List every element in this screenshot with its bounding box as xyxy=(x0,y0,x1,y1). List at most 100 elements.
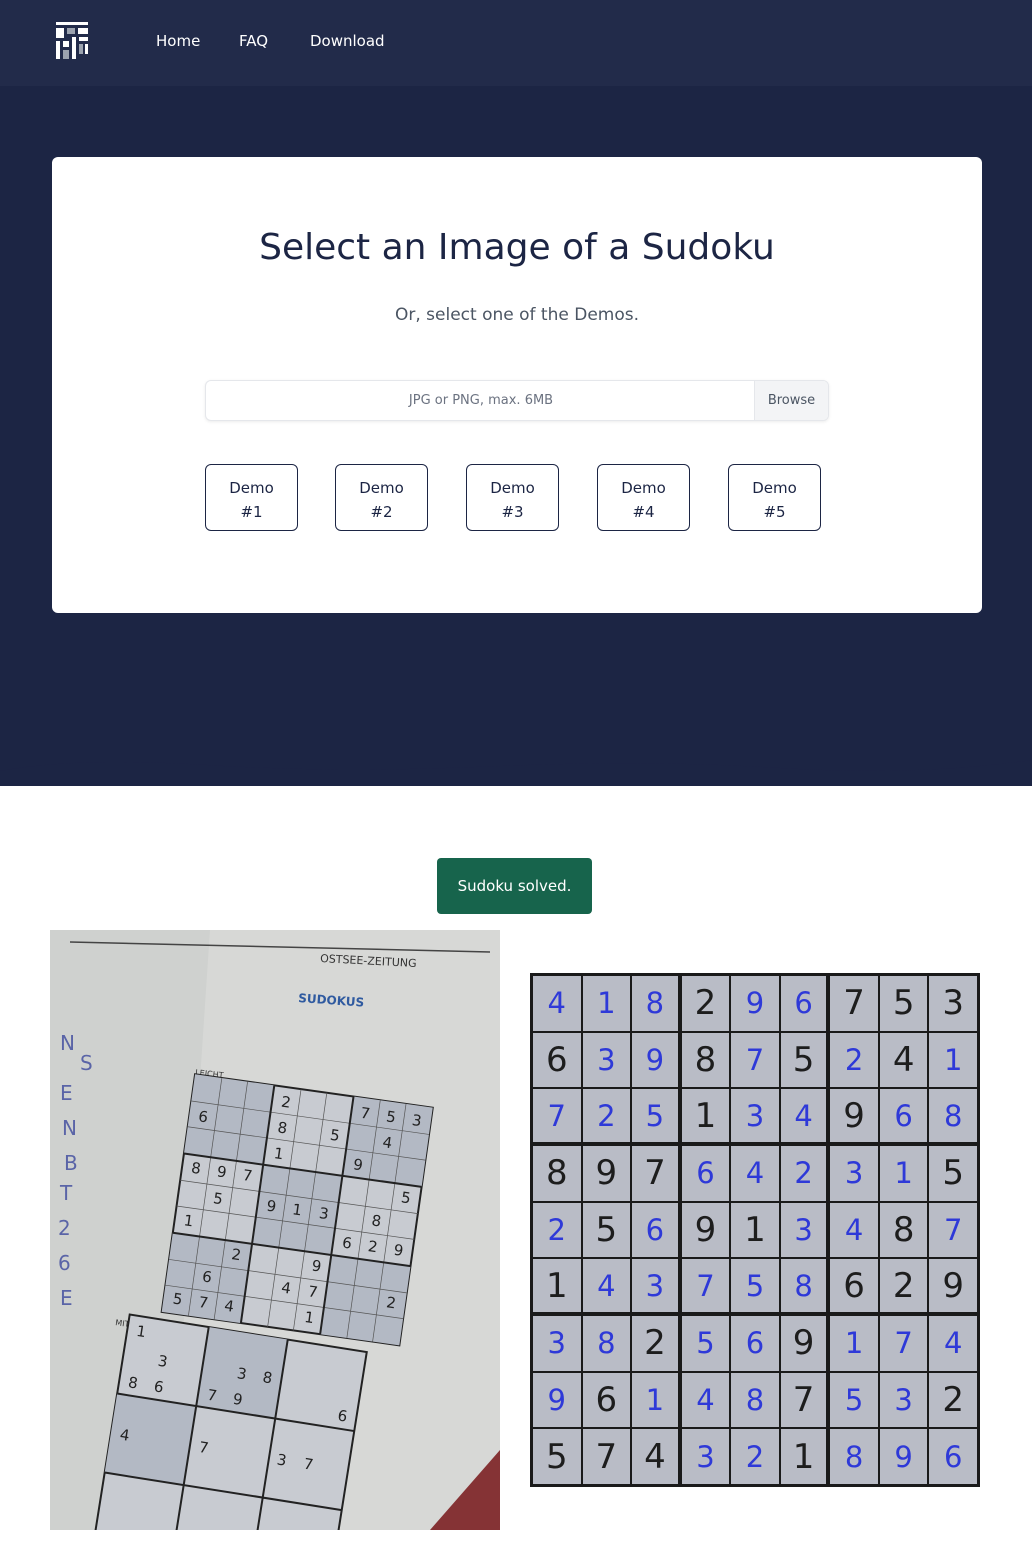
sudoku-cell-given: 4 xyxy=(879,1032,928,1088)
sudoku-cell-solved: 2 xyxy=(830,1032,878,1088)
sudoku-cell-given: 5 xyxy=(780,1032,827,1088)
sudoku-cell-given: 1 xyxy=(731,1202,779,1258)
sudoku-cell-solved: 8 xyxy=(632,976,678,1031)
svg-text:E: E xyxy=(60,1286,73,1310)
svg-text:S: S xyxy=(80,1051,93,1075)
demo-2-button[interactable]: Demo #2 xyxy=(335,464,428,531)
demo-label: Demo xyxy=(752,479,797,497)
sudoku-cell-solved: 1 xyxy=(632,1372,678,1428)
sudoku-cell-solved: 6 xyxy=(780,976,827,1031)
sudoku-cell-given: 6 xyxy=(830,1259,878,1312)
sudoku-cell-given: 4 xyxy=(632,1429,678,1484)
sudoku-cell-solved: 9 xyxy=(731,976,779,1031)
sudoku-cell-solved: 3 xyxy=(830,1146,878,1201)
sudoku-cell-solved: 5 xyxy=(681,1316,730,1371)
sudoku-cell-solved: 9 xyxy=(533,1372,581,1428)
svg-text:N: N xyxy=(62,1116,77,1140)
demo-4-button[interactable]: Demo #4 xyxy=(597,464,690,531)
sudoku-cell-given: 2 xyxy=(929,1372,977,1428)
sudoku-cell-solved: 5 xyxy=(731,1259,779,1312)
sudoku-cell-solved: 1 xyxy=(830,1316,878,1371)
svg-text:N: N xyxy=(60,1031,75,1055)
sudoku-cell-given: 7 xyxy=(830,976,878,1031)
sudoku-cell-given: 5 xyxy=(879,976,928,1031)
sudoku-cell-given: 7 xyxy=(632,1146,678,1201)
demo-number: #5 xyxy=(763,503,786,521)
sudoku-cell-solved: 3 xyxy=(681,1429,730,1484)
sudoku-cell-solved: 8 xyxy=(830,1429,878,1484)
sudoku-cell-solved: 4 xyxy=(780,1089,827,1142)
sudoku-cell-solved: 6 xyxy=(929,1429,977,1484)
demo-3-button[interactable]: Demo #3 xyxy=(466,464,559,531)
sudoku-cell-solved: 3 xyxy=(582,1032,631,1088)
demo-number: #1 xyxy=(240,503,263,521)
demo-5-button[interactable]: Demo #5 xyxy=(728,464,821,531)
svg-text:T: T xyxy=(59,1181,73,1205)
newspaper-photo-image: OSTSEE-ZEITUNG SUDOKUS LEICHT 27 5 3 68 5 4 … xyxy=(50,930,500,1530)
sudoku-cell-solved: 8 xyxy=(582,1316,631,1371)
svg-text:E: E xyxy=(60,1081,73,1105)
sudoku-cell-solved: 3 xyxy=(879,1372,928,1428)
sudoku-cell-given: 9 xyxy=(929,1259,977,1312)
sudoku-cell-solved: 4 xyxy=(731,1146,779,1201)
sudoku-cell-solved: 1 xyxy=(929,1032,977,1088)
file-upload-input[interactable]: JPG or PNG, max. 6MB Browse xyxy=(205,380,829,421)
sudoku-cell-given: 7 xyxy=(780,1372,827,1428)
sudoku-cell-given: 9 xyxy=(830,1089,878,1142)
solved-sudoku-grid: 4182967536398752417251349688976423152569… xyxy=(530,973,980,1487)
sudoku-cell-solved: 2 xyxy=(731,1429,779,1484)
nav-download-link[interactable]: Download xyxy=(310,32,385,50)
sudoku-cell-solved: 7 xyxy=(731,1032,779,1088)
sudoku-cell-solved: 6 xyxy=(632,1202,678,1258)
sudoku-cell-given: 8 xyxy=(681,1032,730,1088)
sudoku-cell-given: 1 xyxy=(681,1089,730,1142)
sudoku-cell-given: 2 xyxy=(879,1259,928,1312)
browse-button[interactable]: Browse xyxy=(754,381,828,420)
sudoku-cell-solved: 4 xyxy=(533,976,581,1031)
nav-home-link[interactable]: Home xyxy=(156,32,200,50)
sudoku-cell-solved: 4 xyxy=(830,1202,878,1258)
sudoku-cell-given: 6 xyxy=(533,1032,581,1088)
uploaded-sudoku-photo: OSTSEE-ZEITUNG SUDOKUS LEICHT 2753 6854 … xyxy=(50,930,500,1530)
status-toast: Sudoku solved. xyxy=(437,858,592,914)
upload-placeholder: JPG or PNG, max. 6MB xyxy=(408,393,554,408)
demo-number: #2 xyxy=(370,503,393,521)
svg-text:B: B xyxy=(64,1151,78,1175)
demo-1-button[interactable]: Demo #1 xyxy=(205,464,298,531)
nav-faq-link[interactable]: FAQ xyxy=(239,32,268,50)
sudoku-cell-solved: 4 xyxy=(681,1372,730,1428)
sudoku-cell-solved: 8 xyxy=(929,1089,977,1142)
svg-text:2: 2 xyxy=(58,1216,71,1240)
sudoku-cell-given: 7 xyxy=(582,1429,631,1484)
sudoku-cell-given: 9 xyxy=(780,1316,827,1371)
page-title: Select an Image of a Sudoku xyxy=(259,227,775,268)
demo-label: Demo xyxy=(490,479,535,497)
sudoku-cell-given: 3 xyxy=(929,976,977,1031)
page-subtitle: Or, select one of the Demos. xyxy=(395,305,639,325)
sudoku-cell-given: 9 xyxy=(582,1146,631,1201)
sudoku-cell-solved: 6 xyxy=(879,1089,928,1142)
sudoku-cell-solved: 4 xyxy=(582,1259,631,1312)
sudoku-cell-solved: 1 xyxy=(582,976,631,1031)
top-navbar: Home FAQ Download xyxy=(0,0,1032,86)
svg-text:6: 6 xyxy=(58,1251,71,1275)
sudoku-cell-given: 5 xyxy=(929,1146,977,1201)
sudoku-cell-given: 5 xyxy=(533,1429,581,1484)
sudoku-cells: 4182967536398752417251349688976423152569… xyxy=(533,976,977,1484)
sudoku-cell-solved: 8 xyxy=(731,1372,779,1428)
sudoku-cell-solved: 6 xyxy=(731,1316,779,1371)
sudoku-cell-solved: 5 xyxy=(632,1089,678,1142)
sudoku-cell-solved: 2 xyxy=(582,1089,631,1142)
sudoku-cell-solved: 7 xyxy=(879,1316,928,1371)
sudoku-cell-solved: 7 xyxy=(533,1089,581,1142)
sudoku-cell-solved: 2 xyxy=(780,1146,827,1201)
upload-card: Select an Image of a Sudoku Or, select o… xyxy=(52,157,982,613)
sudoku-cell-given: 9 xyxy=(681,1202,730,1258)
app-logo-icon[interactable] xyxy=(54,20,90,62)
sudoku-cell-solved: 5 xyxy=(830,1372,878,1428)
sudoku-cell-solved: 3 xyxy=(632,1259,678,1312)
demo-label: Demo xyxy=(229,479,274,497)
sudoku-cell-solved: 8 xyxy=(780,1259,827,1312)
demo-number: #4 xyxy=(632,503,655,521)
sudoku-cell-given: 6 xyxy=(582,1372,631,1428)
